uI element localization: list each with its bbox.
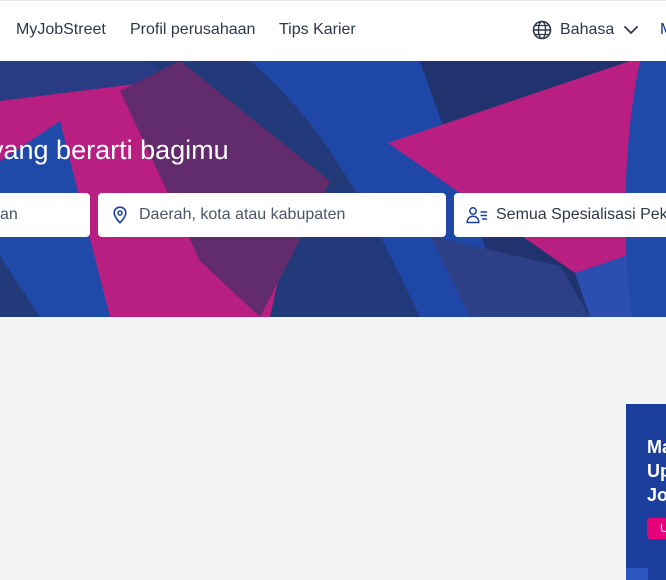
person-list-icon bbox=[466, 207, 487, 224]
nav-company-profiles[interactable]: Profil perusahaan bbox=[130, 21, 255, 39]
globe-icon bbox=[532, 20, 552, 40]
chevron-down-icon bbox=[624, 26, 639, 34]
location-search-field[interactable] bbox=[98, 193, 446, 237]
keyword-field-text: an bbox=[0, 206, 18, 223]
hero-title: yang berarti bagimu bbox=[0, 135, 229, 165]
language-label: Bahasa bbox=[560, 21, 615, 38]
nav-myjobstreet[interactable]: MyJobStreet bbox=[16, 21, 106, 39]
promo-line-3: Jo bbox=[647, 485, 666, 505]
promo-card[interactable]: Ma Up Jo U bbox=[626, 404, 666, 580]
promo-decoration bbox=[626, 568, 648, 580]
location-input[interactable] bbox=[139, 206, 446, 224]
nav-career-tips[interactable]: Tips Karier bbox=[279, 21, 356, 39]
location-pin-icon bbox=[113, 206, 127, 224]
hero-background-graphic bbox=[0, 61, 666, 317]
classification-label: Semua Spesialisasi Pek bbox=[496, 206, 666, 223]
classification-select[interactable]: Semua Spesialisasi Pek bbox=[454, 193, 666, 237]
language-selector[interactable]: Bahasa bbox=[532, 20, 639, 40]
promo-line-2: Up bbox=[647, 461, 666, 481]
promo-line-1: Ma bbox=[647, 437, 666, 457]
hero-search-banner: yang berarti bagimu an Semua Spesialisas… bbox=[0, 61, 666, 317]
top-navigation: MyJobStreet Profil perusahaan Tips Karie… bbox=[0, 0, 666, 61]
nav-item-cut-off[interactable]: M bbox=[660, 21, 666, 39]
keyword-search-field[interactable]: an bbox=[0, 193, 90, 237]
promo-button[interactable]: U bbox=[647, 518, 666, 539]
